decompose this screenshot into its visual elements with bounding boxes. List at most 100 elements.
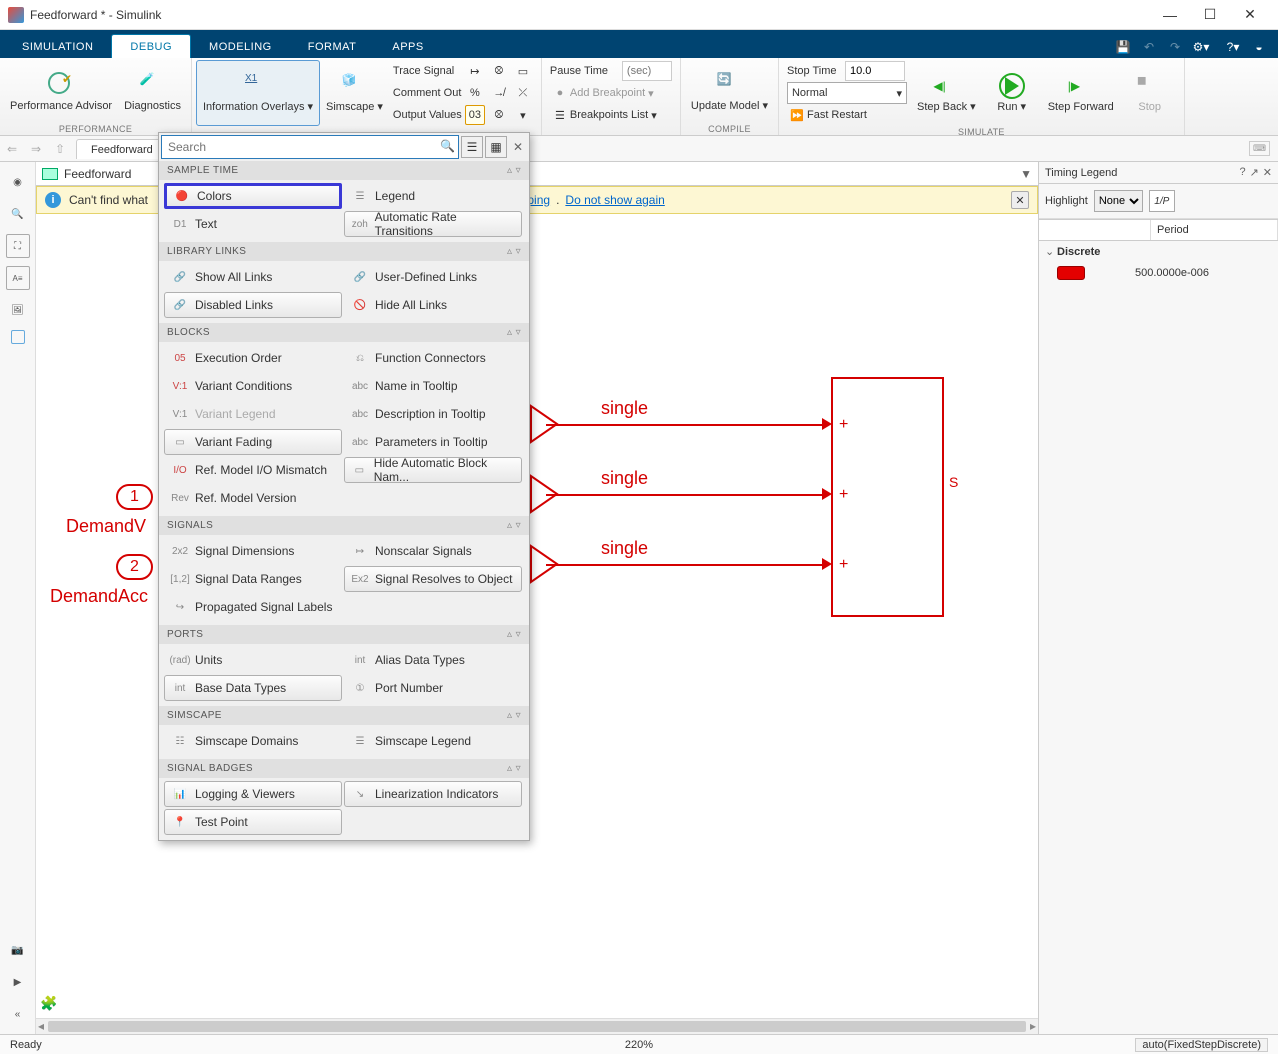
redo-icon[interactable]: ↷: [1164, 36, 1186, 58]
ov-ref-version[interactable]: RevRef. Model Version: [164, 485, 342, 511]
notification-link-hide[interactable]: Do not show again: [565, 193, 664, 207]
timing-row-discrete[interactable]: ⌄ Discrete: [1039, 241, 1278, 262]
uncomment-icon[interactable]: ⤫: [513, 83, 533, 103]
view-list-icon[interactable]: ☰: [461, 136, 483, 158]
ov-alias-types[interactable]: intAlias Data Types: [344, 647, 522, 673]
ov-variant-legend[interactable]: V:1Variant Legend: [164, 401, 342, 427]
ov-port-number[interactable]: ①Port Number: [344, 675, 522, 701]
area-icon[interactable]: [11, 330, 25, 344]
inport-1[interactable]: 1: [116, 484, 153, 510]
ov-auto-rate[interactable]: zohAutomatic Rate Transitions: [344, 211, 522, 237]
step-back-button[interactable]: ◀| Step Back ▾: [911, 60, 982, 126]
close-button[interactable]: ✕: [1230, 0, 1270, 30]
step-forward-button[interactable]: |▶ Step Forward: [1042, 60, 1120, 126]
ov-base-types[interactable]: intBase Data Types: [164, 675, 342, 701]
ov-exec-order[interactable]: 05Execution Order: [164, 345, 342, 371]
performance-advisor-button[interactable]: ✔ Performance Advisor: [4, 60, 118, 123]
tab-debug[interactable]: DEBUG: [111, 34, 191, 58]
ov-func-connectors[interactable]: ⎌Function Connectors: [344, 345, 522, 371]
trace-clear-icon[interactable]: ⮾: [489, 61, 509, 81]
record-icon[interactable]: ▶: [6, 970, 30, 994]
ov-colors[interactable]: 🔴Colors: [164, 183, 342, 209]
fast-restart-button[interactable]: ⏩Fast Restart: [787, 104, 907, 126]
run-button[interactable]: Run ▾: [982, 60, 1042, 126]
inport-2[interactable]: 2: [116, 554, 153, 580]
panel-pin-icon[interactable]: ↗: [1250, 166, 1259, 179]
information-overlays-button[interactable]: X1 Information Overlays ▾: [196, 60, 320, 126]
ov-disabled-links[interactable]: 🔗Disabled Links: [164, 292, 342, 318]
canvas-hscrollbar[interactable]: ◂ ▸: [36, 1018, 1038, 1034]
save-icon[interactable]: 💾: [1112, 36, 1134, 58]
explorer-bar-icon[interactable]: «: [6, 1002, 30, 1026]
ov-logging-viewers[interactable]: 📊Logging & Viewers: [164, 781, 342, 807]
nav-back-icon[interactable]: ⇐: [1, 138, 23, 160]
ov-variant-fading[interactable]: ▭Variant Fading: [164, 429, 342, 455]
signal-wire-2[interactable]: [546, 494, 822, 496]
breakpoints-list-button[interactable]: ☰Breakpoints List ▾: [550, 104, 672, 126]
status-zoom[interactable]: 220%: [625, 1039, 653, 1051]
highlight-dropdown[interactable]: None: [1094, 190, 1143, 212]
ov-ref-io-mismatch[interactable]: I/ORef. Model I/O Mismatch: [164, 457, 342, 483]
ov-desc-tooltip[interactable]: abcDescription in Tooltip: [344, 401, 522, 427]
ov-units[interactable]: (rad)Units: [164, 647, 342, 673]
add-breakpoint-button[interactable]: ●Add Breakpoint ▾: [550, 82, 672, 104]
comment-through-icon[interactable]: ↛: [489, 83, 509, 103]
ov-simscape-legend[interactable]: ☰Simscape Legend: [344, 728, 522, 754]
diagnostics-button[interactable]: 🧪 Diagnostics: [118, 60, 187, 123]
trace-signal-button[interactable]: Trace Signal↦⮾▭: [393, 60, 533, 82]
status-solver[interactable]: auto(FixedStepDiscrete): [1135, 1038, 1268, 1052]
ov-hide-links[interactable]: 🚫Hide All Links: [344, 292, 522, 318]
hide-browser-icon[interactable]: ◉: [6, 170, 30, 194]
comment-out-button[interactable]: Comment Out%↛⤫: [393, 82, 533, 104]
fit-view-icon[interactable]: ⛶: [6, 234, 30, 258]
ov-variant-cond[interactable]: V:1Variant Conditions: [164, 373, 342, 399]
ov-nonscalar[interactable]: ↦Nonscalar Signals: [344, 538, 522, 564]
ov-simscape-domains[interactable]: ☷Simscape Domains: [164, 728, 342, 754]
tab-simulation[interactable]: SIMULATION: [4, 35, 111, 58]
ov-text[interactable]: D1Text: [164, 211, 342, 237]
stop-button[interactable]: ◼ Stop: [1120, 60, 1180, 126]
signal-wire-1[interactable]: [546, 424, 822, 426]
undo-icon[interactable]: ↶: [1138, 36, 1160, 58]
ov-user-links[interactable]: 🔗User-Defined Links: [344, 264, 522, 290]
ov-resolve-object[interactable]: Ex2Signal Resolves to Object: [344, 566, 522, 592]
ov-test-point[interactable]: 📍Test Point: [164, 809, 342, 835]
overlay-close-icon[interactable]: ✕: [509, 140, 527, 154]
ov-param-tooltip[interactable]: abcParameters in Tooltip: [344, 429, 522, 455]
expander-icon[interactable]: ⌄: [1045, 245, 1057, 258]
ov-signal-ranges[interactable]: [1,2]Signal Data Ranges: [164, 566, 342, 592]
view-grid-icon[interactable]: ▦: [485, 136, 507, 158]
qat-more-icon[interactable]: ⚙▾: [1190, 36, 1212, 58]
collapse-ribbon-icon[interactable]: ◒: [1248, 36, 1270, 58]
zoom-icon[interactable]: 🔍: [6, 202, 30, 226]
keyboard-icon[interactable]: ⌨: [1249, 141, 1270, 156]
image-icon[interactable]: 🖼: [6, 298, 30, 322]
panel-help-icon[interactable]: ?: [1239, 166, 1245, 179]
screenshot-icon[interactable]: 📷: [6, 938, 30, 962]
timing-row-item[interactable]: 500.0000e-006: [1039, 262, 1278, 284]
annotation-icon[interactable]: A≡: [6, 266, 30, 290]
model-tab[interactable]: Feedforward: [76, 139, 168, 159]
pause-time-input[interactable]: [622, 61, 672, 81]
remove-port-values-icon[interactable]: ⮾: [489, 105, 509, 125]
ov-show-all-links[interactable]: 🔗Show All Links: [164, 264, 342, 290]
trace-box-icon[interactable]: ▭: [513, 61, 533, 81]
tab-apps[interactable]: APPS: [374, 35, 441, 58]
simscape-results-button[interactable]: 🧊 Simscape ▾: [320, 60, 389, 126]
update-model-button[interactable]: 🔄 Update Model ▾: [685, 60, 774, 123]
nav-up-icon[interactable]: ⇧: [49, 138, 71, 160]
ov-signal-dims[interactable]: 2x2Signal Dimensions: [164, 538, 342, 564]
ov-propagated-labels[interactable]: ↪Propagated Signal Labels: [164, 594, 342, 620]
comment-out-icon[interactable]: %: [465, 83, 485, 103]
ov-legend[interactable]: ☰Legend: [344, 183, 522, 209]
nav-forward-icon[interactable]: ⇒: [25, 138, 47, 160]
notification-close-icon[interactable]: ✕: [1011, 191, 1029, 209]
panel-close-icon[interactable]: ✕: [1263, 166, 1272, 179]
ov-linearization[interactable]: ↘Linearization Indicators: [344, 781, 522, 807]
minimize-button[interactable]: —: [1150, 0, 1190, 30]
sim-mode-dropdown[interactable]: Normal▾: [787, 82, 907, 104]
ov-hide-auto-names[interactable]: ▭Hide Automatic Block Nam...: [344, 457, 522, 483]
ov-name-tooltip[interactable]: abcName in Tooltip: [344, 373, 522, 399]
settings-icon[interactable]: ▾: [513, 105, 533, 125]
tab-format[interactable]: FORMAT: [290, 35, 375, 58]
